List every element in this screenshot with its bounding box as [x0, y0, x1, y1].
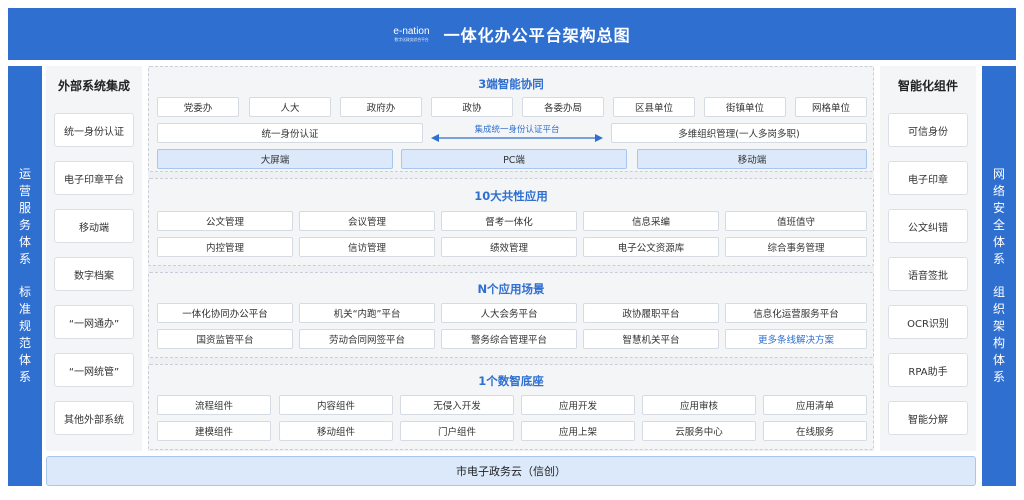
- scenario-item: 人大会务平台: [441, 303, 577, 323]
- base-component-item: 应用开发: [521, 395, 635, 415]
- section-digital-base: 1个数智底座 流程组件 内容组件 无侵入开发 应用开发 应用审核 应用清单 建模…: [148, 364, 874, 450]
- header-banner: e-nation 数字化政务综合平台 一体化办公平台架构总图: [8, 8, 1016, 60]
- section-three-terminal: 3端智能协同 党委办 人大 政府办 政协 各委办局 区县单位 街镇单位 网格单位…: [148, 66, 874, 172]
- more-solutions-link[interactable]: 更多条线解决方案: [725, 329, 867, 349]
- left-system-band: 运营服务体系 标准规范体系: [8, 66, 42, 486]
- external-item: 数字档案: [54, 257, 134, 291]
- component-item: 公文纠错: [888, 209, 968, 243]
- scenario-item: 机关“内跑”平台: [299, 303, 435, 323]
- base-component-item: 在线服务: [763, 421, 867, 441]
- logo-text: e-nation: [393, 26, 430, 37]
- external-item: 统一身份认证: [54, 113, 134, 147]
- government-cloud-bar: 市电子政务云（信创）: [46, 456, 976, 486]
- app-item: 综合事务管理: [725, 237, 867, 257]
- external-integration-title: 外部系统集成: [57, 79, 130, 93]
- external-item: “一网统管”: [54, 353, 134, 387]
- base-component-item: 建模组件: [157, 421, 271, 441]
- app-item: 信访管理: [299, 237, 435, 257]
- terminal-mobile: 移动端: [637, 149, 867, 169]
- scenario-item: 一体化协同办公平台: [157, 303, 293, 323]
- section-title: 3端智能协同: [478, 77, 544, 91]
- app-item: 内控管理: [157, 237, 293, 257]
- app-item: 绩效管理: [441, 237, 577, 257]
- section-title: 1个数智底座: [478, 374, 544, 388]
- scenario-item: 政协履职平台: [583, 303, 719, 323]
- unified-auth-box: 统一身份认证: [157, 123, 423, 143]
- component-item: 电子印章: [888, 161, 968, 195]
- logo: e-nation 数字化政务综合平台: [393, 26, 429, 42]
- app-item: 会议管理: [299, 211, 435, 231]
- base-component-item: 无侵入开发: [400, 395, 514, 415]
- external-integration-panel: 外部系统集成 统一身份认证 电子印章平台 移动端 数字档案 “一网通办” “一网…: [46, 66, 142, 451]
- component-item: RPA助手: [888, 353, 968, 387]
- org-item: 人大: [249, 97, 331, 117]
- org-item: 党委办: [157, 97, 239, 117]
- intelligent-components-panel: 智能化组件 可信身份 电子印章 公文纠错 语音签批 OCR识别 RPA助手 智能…: [880, 66, 976, 451]
- scenario-item: 信息化运营服务平台: [725, 303, 867, 323]
- scenario-item: 国资监管平台: [157, 329, 293, 349]
- network-security-system-label: 网络安全体系: [992, 167, 1005, 266]
- intelligent-components-title: 智能化组件: [897, 79, 958, 93]
- right-system-band: 网络安全体系 组织架构体系: [982, 66, 1016, 486]
- org-item: 街镇单位: [704, 97, 786, 117]
- auth-integration-arrow: 集成统一身份认证平台: [431, 123, 603, 143]
- scenario-item: 警务综合管理平台: [441, 329, 577, 349]
- base-component-item: 门户组件: [400, 421, 514, 441]
- standards-system-label: 标准规范体系: [18, 285, 31, 384]
- base-component-item: 应用上架: [521, 421, 635, 441]
- page-title: 一体化办公平台架构总图: [443, 26, 631, 45]
- component-item: 智能分解: [888, 401, 968, 435]
- operations-service-system-label: 运营服务体系: [18, 167, 31, 266]
- external-item: 移动端: [54, 209, 134, 243]
- scenario-item: 劳动合同网签平台: [299, 329, 435, 349]
- external-item: “一网通办”: [54, 305, 134, 339]
- component-item: 语音签批: [888, 257, 968, 291]
- section-common-apps: 10大共性应用 公文管理 会议管理 督考一体化 信息采编 值班值守 内控管理 信…: [148, 178, 874, 266]
- terminal-pc: PC端: [401, 149, 627, 169]
- scenario-item: 智慧机关平台: [583, 329, 719, 349]
- double-arrow-icon: [431, 134, 603, 142]
- app-item: 公文管理: [157, 211, 293, 231]
- external-item: 电子印章平台: [54, 161, 134, 195]
- base-component-item: 应用清单: [763, 395, 867, 415]
- org-item: 政协: [431, 97, 513, 117]
- section-title: N个应用场景: [477, 282, 545, 296]
- logo-subtext: 数字化政务综合平台: [394, 37, 429, 42]
- base-component-item: 应用审核: [642, 395, 756, 415]
- architecture-center: 3端智能协同 党委办 人大 政府办 政协 各委办局 区县单位 街镇单位 网格单位…: [148, 66, 874, 451]
- org-item: 各委办局: [522, 97, 604, 117]
- org-item: 政府办: [340, 97, 422, 117]
- section-title: 10大共性应用: [474, 189, 548, 203]
- org-item: 网格单位: [795, 97, 867, 117]
- base-component-item: 云服务中心: [642, 421, 756, 441]
- app-item: 值班值守: [725, 211, 867, 231]
- section-app-scenarios: N个应用场景 一体化协同办公平台 机关“内跑”平台 人大会务平台 政协履职平台 …: [148, 272, 874, 358]
- multi-org-management-box: 多维组织管理(一人多岗多职): [611, 123, 867, 143]
- base-component-item: 内容组件: [279, 395, 393, 415]
- organization-system-label: 组织架构体系: [992, 285, 1005, 384]
- component-item: 可信身份: [888, 113, 968, 147]
- app-item: 督考一体化: [441, 211, 577, 231]
- component-item: OCR识别: [888, 305, 968, 339]
- app-item: 信息采编: [583, 211, 719, 231]
- app-item: 电子公文资源库: [583, 237, 719, 257]
- terminal-bigscreen: 大屏端: [157, 149, 393, 169]
- base-component-item: 流程组件: [157, 395, 271, 415]
- org-item: 区县单位: [613, 97, 695, 117]
- base-component-item: 移动组件: [279, 421, 393, 441]
- external-item: 其他外部系统: [54, 401, 134, 435]
